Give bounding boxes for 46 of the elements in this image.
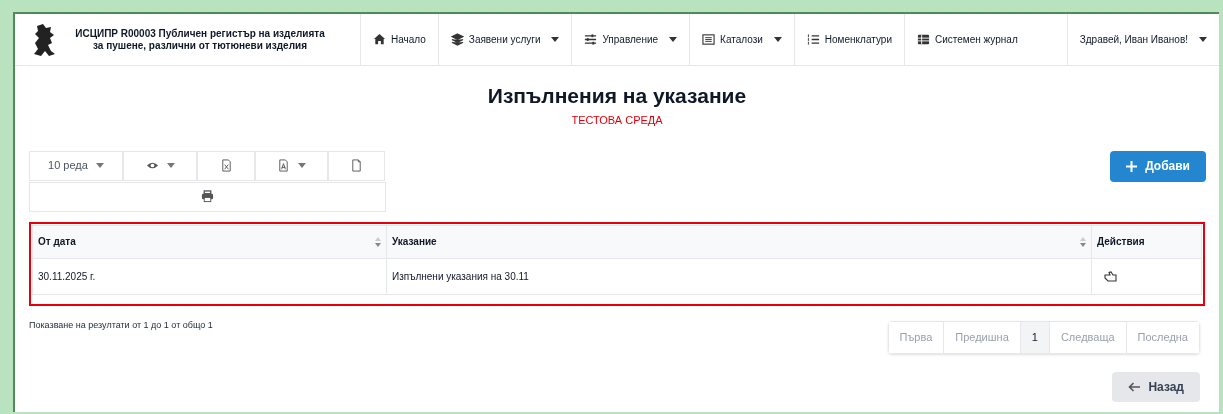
nav-link[interactable]: Управление [571, 14, 690, 65]
printer-icon [201, 190, 214, 203]
sliders-icon [584, 33, 598, 46]
plus-icon [1126, 160, 1138, 172]
caret-icon [551, 37, 560, 42]
environment-label: ТЕСТОВА СРЕДА [571, 113, 663, 128]
pdf-export-button[interactable] [255, 150, 328, 181]
home-icon [373, 33, 386, 46]
column-header[interactable]: Указание [392, 234, 437, 249]
add-button[interactable]: Добави [1110, 150, 1206, 182]
column-header[interactable]: От дата [38, 234, 76, 249]
caret-icon [669, 37, 678, 42]
caret-icon [1199, 37, 1207, 42]
back-button[interactable]: Назад [1112, 371, 1200, 402]
spreadsheet-file-icon [219, 159, 233, 172]
app-title: ИСЦИПР R00003 Публичен регистър на изделията за пушене, различни от тютюневи изделия [74, 27, 326, 52]
column-visibility-button[interactable] [123, 150, 197, 181]
page-link[interactable]: 1 [1019, 321, 1049, 353]
column-header[interactable]: Действия [1097, 234, 1145, 249]
nav-link[interactable]: Каталози [689, 14, 794, 65]
results-summary: Показване на резултати от 1 до 1 от общо 1 [29, 318, 213, 332]
caret-icon [298, 163, 306, 168]
list-box-icon [702, 33, 716, 46]
nav-link[interactable]: Системен журнал [903, 14, 1030, 65]
excel-export-button[interactable] [197, 150, 255, 181]
page-title: Изпълнения на указание [487, 83, 747, 109]
pdf-file-icon [277, 159, 290, 172]
table-cell: 30.11.2025 г. [32, 258, 387, 294]
caret-icon [166, 163, 175, 168]
sort-icon[interactable] [1080, 236, 1086, 247]
hand-pointer-icon[interactable] [1104, 270, 1117, 282]
sort-icon[interactable] [375, 236, 381, 247]
file-export-button[interactable] [328, 150, 385, 181]
nav-link[interactable]: Номенклатури [793, 14, 904, 65]
numbered-list-icon [806, 33, 820, 46]
table-icon [916, 33, 930, 46]
caret-icon [773, 37, 782, 42]
nav-link[interactable]: Начало [360, 14, 438, 65]
nav-link[interactable]: Заявени услуги [437, 14, 572, 65]
nav-link[interactable]: Здравей, Иван Иванов! [1066, 14, 1219, 65]
layers-icon [450, 33, 464, 46]
caret-icon [95, 163, 104, 168]
table-cell: Изпълнени указания на 30.11 [386, 258, 1092, 294]
file-icon [350, 159, 363, 172]
rows-per-page-button[interactable]: 10 реда [29, 150, 123, 181]
left-arrow-icon [1128, 381, 1141, 392]
